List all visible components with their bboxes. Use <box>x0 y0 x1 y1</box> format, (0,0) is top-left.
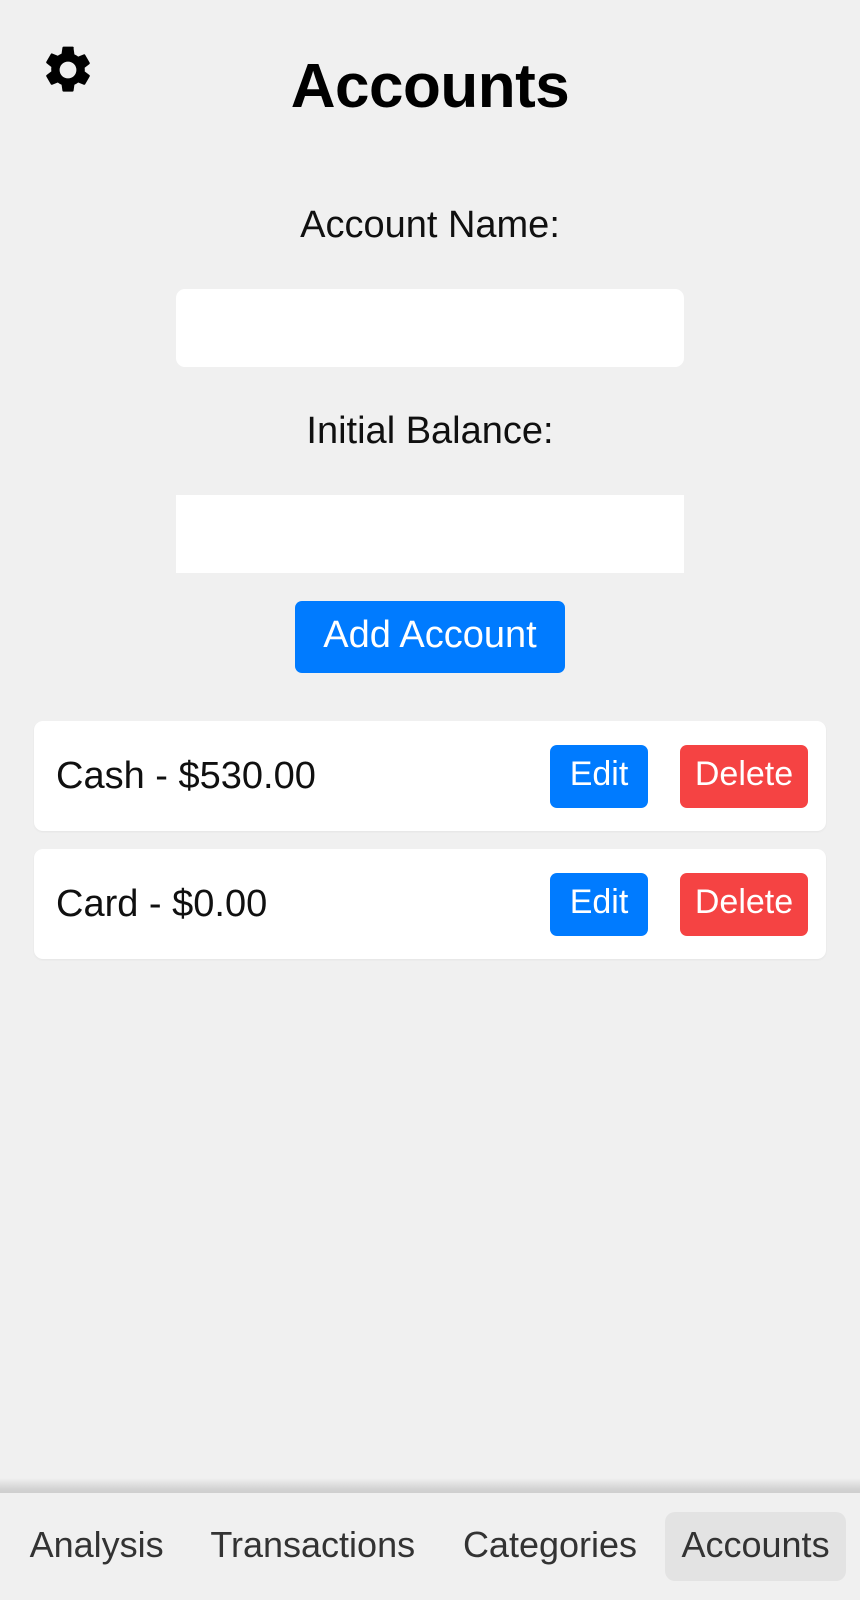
add-account-button[interactable]: Add Account <box>295 600 565 674</box>
tab-accounts[interactable]: Accounts <box>665 1512 846 1581</box>
edit-button[interactable]: Edit <box>550 745 648 808</box>
tab-categories[interactable]: Categories <box>447 1512 653 1581</box>
delete-button[interactable]: Delete <box>680 873 808 936</box>
gear-icon <box>40 42 96 98</box>
initial-balance-input[interactable] <box>176 494 684 573</box>
row-actions: Edit Delete <box>550 745 808 808</box>
nav-divider <box>0 1478 860 1493</box>
app-header: Accounts <box>0 0 860 193</box>
settings-gear-button[interactable] <box>38 40 98 100</box>
initial-balance-label: Initial Balance: <box>306 409 554 452</box>
page-title: Accounts <box>290 51 570 121</box>
account-list: Cash - $530.00 Edit Delete Card - $0.00 … <box>0 721 860 960</box>
edit-button[interactable]: Edit <box>550 873 648 936</box>
main-content: Account Name: Initial Balance: Add Accou… <box>0 177 860 1600</box>
tab-analysis[interactable]: Analysis <box>14 1512 180 1581</box>
account-name-label: Account Name: <box>300 204 560 246</box>
account-name-input[interactable] <box>176 288 684 367</box>
table-row[interactable]: Cash - $530.00 Edit Delete <box>34 721 826 832</box>
bottom-navigation: Analysis Transactions Categories Account… <box>0 1478 860 1600</box>
bottom-nav-bar: Analysis Transactions Categories Account… <box>0 1493 860 1600</box>
tab-transactions[interactable]: Transactions <box>194 1512 431 1581</box>
account-row-label: Card - $0.00 <box>56 882 268 925</box>
account-row-label: Cash - $530.00 <box>56 754 316 797</box>
accounts-screen: Accounts Account Name: Initial Balance: … <box>0 0 860 1600</box>
delete-button[interactable]: Delete <box>680 745 808 808</box>
table-row[interactable]: Card - $0.00 Edit Delete <box>34 849 826 960</box>
row-actions: Edit Delete <box>550 873 808 936</box>
